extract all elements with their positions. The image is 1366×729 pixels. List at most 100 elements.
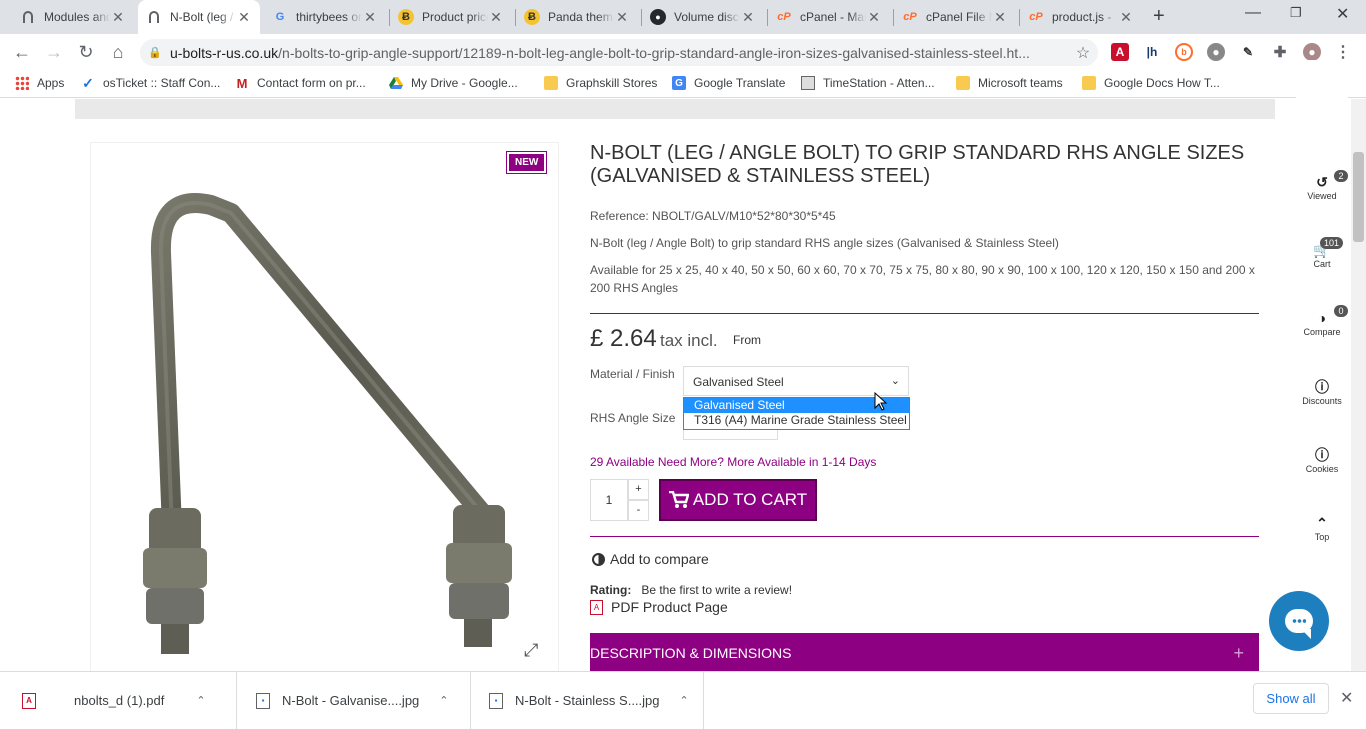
browser-tab-strip: Modules and Services ✕ N-Bolt (leg / Ang… bbox=[0, 0, 1366, 34]
divider bbox=[590, 536, 1259, 537]
download-item[interactable]: A nbolts_d (1).pdf ⌃ bbox=[22, 672, 206, 729]
description-tab-label: DESCRIPTION & DIMENSIONS bbox=[590, 645, 792, 661]
quantity-increase-button[interactable]: + bbox=[628, 479, 649, 500]
side-label: Cart bbox=[1313, 259, 1331, 269]
bookmark-label: Google Translate bbox=[694, 76, 786, 90]
google-icon: G bbox=[275, 11, 285, 23]
compare-count-badge: 0 bbox=[1334, 305, 1348, 317]
material-selected-value: Galvanised Steel bbox=[693, 375, 784, 389]
new-badge: NEW bbox=[505, 151, 548, 174]
bookmark-graphskill[interactable]: Graphskill Stores bbox=[544, 76, 657, 90]
new-tab-button[interactable]: + bbox=[1153, 5, 1165, 28]
menu-icon[interactable]: ⋮ bbox=[1334, 43, 1352, 61]
tab-title: cPanel File Manager bbox=[926, 10, 992, 24]
analytics-extension-icon[interactable]: |h bbox=[1143, 43, 1161, 61]
pdf-label: PDF Product Page bbox=[611, 599, 728, 615]
close-tab-icon[interactable]: ✕ bbox=[362, 9, 378, 26]
bookmark-teams[interactable]: Microsoft teams bbox=[956, 76, 1063, 90]
tab-volume-discounts[interactable]: ● Volume discounts ✕ bbox=[642, 0, 764, 34]
description-tab[interactable]: DESCRIPTION & DIMENSIONS + bbox=[590, 633, 1259, 671]
tool-extension-icon[interactable]: ✎ bbox=[1239, 43, 1257, 61]
tab-cpanel-main[interactable]: cP cPanel - Main ✕ bbox=[768, 0, 890, 34]
bookmark-label: Apps bbox=[37, 76, 65, 90]
close-tab-icon[interactable]: ✕ bbox=[1118, 9, 1134, 26]
rating-label: Rating: bbox=[590, 583, 632, 597]
download-item[interactable]: ▪ N-Bolt - Galvanise....jpg ⌃ bbox=[256, 672, 449, 729]
product-short-description: N-Bolt (leg / Angle Bolt) to grip standa… bbox=[590, 236, 1059, 250]
bookmark-translate[interactable]: G Google Translate bbox=[672, 76, 785, 90]
back-button[interactable]: ← bbox=[10, 40, 34, 64]
side-cookies[interactable]: ⓘ Cookies bbox=[1296, 446, 1348, 474]
tab-title: Panda theme bbox=[548, 10, 614, 24]
live-chat-button[interactable] bbox=[1269, 591, 1329, 651]
address-bar[interactable]: 🔒 u-bolts-r-us.co.uk/n-bolts-to-grip-ang… bbox=[140, 39, 1098, 66]
add-to-cart-label: ADD TO CART bbox=[692, 490, 808, 509]
close-tab-icon[interactable]: ✕ bbox=[614, 9, 630, 26]
tab-n-bolt[interactable]: N-Bolt (leg / Angle Bolt) ✕ bbox=[138, 0, 260, 34]
close-tab-icon[interactable]: ✕ bbox=[992, 9, 1008, 26]
pdf-icon: A bbox=[590, 599, 603, 615]
side-discounts[interactable]: ⓘ Discounts bbox=[1296, 378, 1348, 406]
scrollbar-thumb[interactable] bbox=[1353, 152, 1364, 242]
avatar[interactable]: ● bbox=[1303, 43, 1321, 61]
expand-icon[interactable]: ⤢ bbox=[524, 640, 538, 661]
bookmark-label: Contact form on pr... bbox=[257, 76, 366, 90]
tab-panda-theme[interactable]: Ƀ Panda theme ✕ bbox=[516, 0, 638, 34]
chat-bubble-icon bbox=[1285, 609, 1313, 639]
bookmark-docs[interactable]: Google Docs How T... bbox=[1082, 76, 1220, 90]
tab-cpanel-file[interactable]: cP cPanel File Manager ✕ bbox=[894, 0, 1016, 34]
chevron-up-icon[interactable]: ⌃ bbox=[196, 694, 205, 707]
add-to-compare-label: Add to compare bbox=[610, 551, 709, 567]
close-tab-icon[interactable]: ✕ bbox=[740, 9, 756, 26]
home-button[interactable]: ⌂ bbox=[106, 40, 130, 64]
puzzle-icon[interactable]: ✚ bbox=[1271, 43, 1289, 61]
close-window-button[interactable]: ✕ bbox=[1336, 4, 1349, 24]
bookmark-timestation[interactable]: TimeStation - Atten... bbox=[801, 76, 935, 90]
forward-button[interactable]: → bbox=[42, 40, 66, 64]
add-to-cart-button[interactable]: ADD TO CART bbox=[659, 479, 817, 521]
product-image[interactable] bbox=[90, 142, 559, 671]
chevron-up-icon: ⌃ bbox=[1316, 515, 1328, 531]
close-tab-icon[interactable]: ✕ bbox=[236, 9, 252, 26]
chevron-up-icon[interactable]: ⌃ bbox=[680, 694, 689, 707]
close-tab-icon[interactable]: ✕ bbox=[110, 9, 126, 26]
bookmark-drive[interactable]: My Drive - Google... bbox=[389, 76, 518, 90]
tab-thirtybees[interactable]: G thirtybees on ✕ bbox=[264, 0, 386, 34]
add-to-compare-link[interactable]: Add to compare bbox=[592, 551, 709, 567]
bookmark-contact-form[interactable]: M Contact form on pr... bbox=[235, 76, 366, 91]
quantity-input[interactable]: 1 bbox=[590, 479, 628, 521]
hubspot-extension-icon[interactable]: b bbox=[1175, 43, 1193, 61]
bookmarks-bar: ​ Apps ✓ osTicket :: Staff Con... M Contact… bbox=[0, 70, 1366, 98]
close-tab-icon[interactable]: ✕ bbox=[866, 9, 882, 26]
restore-button[interactable]: ❐ bbox=[1290, 5, 1302, 21]
bee-icon: Ƀ bbox=[524, 9, 540, 25]
pdf-extension-icon[interactable]: A bbox=[1111, 43, 1129, 61]
tab-modules[interactable]: Modules and Services ✕ bbox=[12, 0, 134, 34]
material-option[interactable]: T316 (A4) Marine Grade Stainless Steel bbox=[684, 413, 909, 428]
side-label: Cookies bbox=[1305, 464, 1339, 474]
side-label: Top bbox=[1314, 532, 1330, 542]
minimize-button[interactable]: — bbox=[1245, 4, 1261, 22]
quantity-decrease-button[interactable]: - bbox=[628, 500, 649, 521]
product-reference: Reference: NBOLT/GALV/M10*52*80*30*5*45 bbox=[590, 209, 836, 223]
pdf-product-page-link[interactable]: A PDF Product Page bbox=[590, 599, 728, 615]
breadcrumb bbox=[75, 99, 1275, 119]
tab-title: Product price bbox=[422, 10, 488, 24]
bookmark-star-icon[interactable]: ☆ bbox=[1068, 43, 1098, 63]
reload-button[interactable]: ↻ bbox=[74, 40, 98, 64]
bookmark-osticket[interactable]: ✓ osTicket :: Staff Con... bbox=[81, 75, 220, 91]
bookmark-apps[interactable]: ​ Apps bbox=[15, 76, 64, 90]
tab-product-js[interactable]: cP product.js - ✕ bbox=[1020, 0, 1142, 34]
extension-icon[interactable]: ● bbox=[1207, 43, 1225, 61]
show-all-downloads-button[interactable]: Show all bbox=[1253, 683, 1329, 714]
web-page: NEW ⤢ N-Bolt (leg / Angle Bolt) to grip … bbox=[0, 99, 1351, 671]
close-downloads-icon[interactable]: ✕ bbox=[1340, 688, 1353, 708]
rating-text[interactable]: Be the first to write a review! bbox=[641, 583, 792, 597]
tab-product-price[interactable]: Ƀ Product price ✕ bbox=[390, 0, 512, 34]
download-item[interactable]: ▪ N-Bolt - Stainless S....jpg ⌃ bbox=[489, 672, 689, 729]
close-tab-icon[interactable]: ✕ bbox=[488, 9, 504, 26]
tab-title: product.js - bbox=[1052, 10, 1112, 24]
side-top[interactable]: ⌃ Top bbox=[1296, 514, 1348, 542]
product-title: N-Bolt (leg / Angle Bolt) to grip standa… bbox=[590, 142, 1245, 187]
chevron-up-icon[interactable]: ⌃ bbox=[439, 694, 448, 707]
